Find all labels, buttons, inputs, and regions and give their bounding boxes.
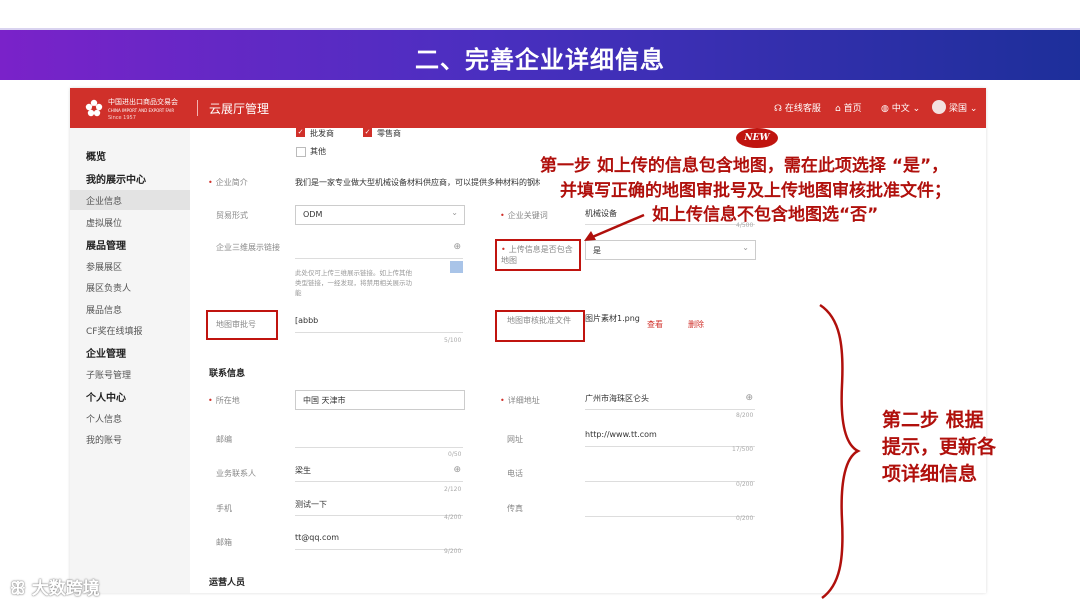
watermark-text: 大数跨境 xyxy=(31,579,100,599)
step2-line2: 提示，更新各 xyxy=(882,436,997,458)
right-brace-icon xyxy=(819,303,861,600)
watermark: ꕥ 大数跨境 xyxy=(10,574,100,599)
step2-line1: 第二步 根据 xyxy=(882,409,984,431)
watermark-logo-icon: ꕥ xyxy=(10,579,26,599)
annotation-arrows xyxy=(584,213,861,600)
arrow-to-map-question xyxy=(589,213,645,240)
step2-line3: 项详细信息 xyxy=(882,463,978,485)
step2-text: 第二步 根据 提示，更新各 项详细信息 xyxy=(882,407,996,488)
